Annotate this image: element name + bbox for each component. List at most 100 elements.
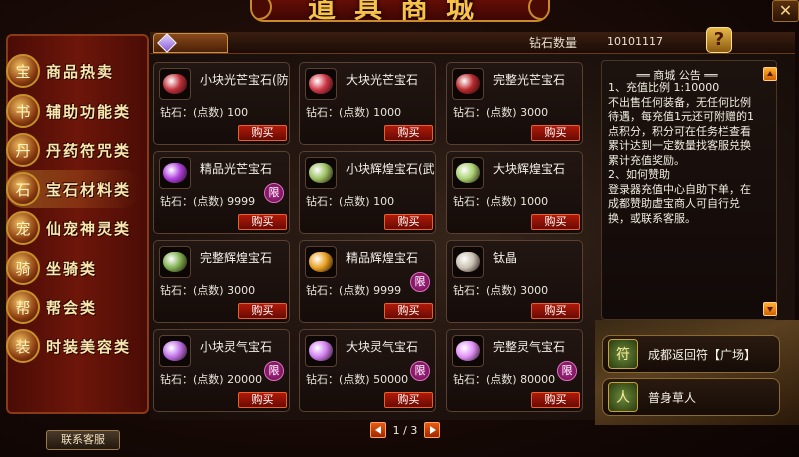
buy-button[interactable]: 购买 (384, 392, 433, 408)
gem-icon (159, 335, 191, 367)
product-card[interactable]: 完整辉煌宝石 钻石：(点数) 3000 购买 (153, 240, 290, 323)
product-price: 钻石：(点数) 1000 (453, 195, 549, 208)
buy-button[interactable]: 购买 (384, 125, 433, 141)
limited-badge: 限 (410, 272, 430, 292)
buy-button[interactable]: 购买 (238, 125, 287, 141)
product-name: 精品辉煌宝石 (346, 251, 419, 265)
scroll-down-button[interactable] (763, 302, 777, 316)
product-price: 钻石：(点数) 20000 (160, 373, 263, 386)
announcement-line: 2、如何赞助 (608, 168, 670, 181)
quick-action-label: 成都返回符【广场】 (648, 347, 757, 362)
product-name: 钛晶 (493, 251, 518, 265)
product-name: 小块灵气宝石 (200, 340, 273, 354)
gem-icon (305, 157, 337, 189)
diamond-count-value: 10101117 (607, 35, 663, 48)
product-name: 完整辉煌宝石 (200, 251, 273, 265)
product-card[interactable]: 完整光芒宝石 钻石：(点数) 3000 购买 (446, 62, 583, 145)
product-name: 完整灵气宝石 (493, 340, 566, 354)
gem-icon (159, 157, 191, 189)
sidebar-item-5[interactable]: 骑坐骑类 (6, 249, 140, 287)
sidebar-item-label: 商品热卖 (46, 62, 115, 81)
book-icon: 书 (6, 94, 40, 128)
scroll-help-icon[interactable]: ? (706, 27, 732, 53)
gem-icon (452, 157, 484, 189)
mount-icon: 骑 (6, 251, 40, 285)
product-price: 钻石：(点数) 9999 (306, 284, 402, 297)
gem-icon (305, 68, 337, 100)
product-price: 钻石：(点数) 3000 (453, 284, 549, 297)
product-name: 完整光芒宝石 (493, 73, 566, 87)
buy-button[interactable]: 购买 (238, 392, 287, 408)
product-price: 钻石：(点数) 80000 (453, 373, 556, 386)
product-card[interactable]: 精品辉煌宝石钻石：(点数) 9999 限购买 (299, 240, 436, 323)
sidebar-item-0[interactable]: 宝商品热卖 (6, 52, 140, 90)
buy-button[interactable]: 购买 (238, 303, 287, 319)
return-scroll-icon: 符 (608, 339, 638, 369)
buy-button[interactable]: 购买 (531, 392, 580, 408)
sidebar-item-2[interactable]: 丹丹药符咒类 (6, 131, 140, 169)
gem-shape (456, 163, 480, 183)
gem-icon (159, 68, 191, 100)
sidebar-item-3[interactable]: 石宝石材料类 (6, 170, 140, 208)
product-card[interactable]: 大块光芒宝石 钻石：(点数) 1000 购买 (299, 62, 436, 145)
sidebar-item-4[interactable]: 宠仙宠神灵类 (6, 209, 140, 247)
quick-action-1[interactable]: 人普身草人 (602, 378, 780, 416)
tab-bar (150, 32, 795, 54)
contact-support-button[interactable]: 联系客服 (46, 430, 120, 450)
announcement-line: 1、充值比例 1:10000 (608, 81, 720, 94)
product-card[interactable]: 大块辉煌宝石 钻石：(点数) 1000 购买 (446, 151, 583, 234)
tab-gems[interactable] (153, 33, 228, 53)
buy-button[interactable]: 购买 (531, 214, 580, 230)
limited-badge: 限 (410, 361, 430, 381)
pill-icon: 丹 (6, 133, 40, 167)
page-indicator: 1 / 3 (392, 423, 418, 437)
gem-shape (456, 252, 480, 272)
product-card[interactable]: 精品光芒宝石钻石：(点数) 9999 限购买 (153, 151, 290, 234)
buy-button[interactable]: 购买 (238, 214, 287, 230)
quick-action-0[interactable]: 符成都返回符【广场】 (602, 335, 780, 373)
product-card[interactable]: 完整灵气宝石 钻石：(点数) 80000 限购买 (446, 329, 583, 412)
buy-button[interactable]: 购买 (384, 214, 433, 230)
sidebar-item-label: 帮会类 (46, 298, 98, 317)
product-price: 钻石：(点数) 100 (306, 195, 395, 208)
sidebar-item-1[interactable]: 书辅助功能类 (6, 92, 140, 130)
scroll-up-button[interactable] (763, 67, 777, 81)
sidebar-item-label: 时装美容类 (46, 337, 132, 356)
gem-shape (163, 163, 187, 183)
product-price: 钻石：(点数) 100 (160, 106, 249, 119)
gem-shape (309, 74, 333, 94)
product-card[interactable]: 小块灵气宝石钻石：(点数) 20000 限购买 (153, 329, 290, 412)
announcement-body: 1、充值比例 1:10000 不出售任何装备，无任何比例待遇，每充值1元还可附赠的… (608, 81, 758, 226)
product-name: 小块辉煌宝石(武 (346, 162, 434, 176)
gem-shape (163, 252, 187, 272)
prev-page-button[interactable] (370, 422, 386, 438)
purple-gem-icon (157, 33, 177, 53)
sidebar-item-7[interactable]: 装时装美容类 (6, 327, 140, 365)
buy-button[interactable]: 购买 (531, 125, 580, 141)
buy-button[interactable]: 购买 (531, 303, 580, 319)
gem-shape (456, 341, 480, 361)
gem-icon (452, 335, 484, 367)
guild-icon: 帮 (6, 290, 40, 324)
sidebar-item-label: 丹药符咒类 (46, 141, 132, 160)
product-card[interactable]: 小块光芒宝石(防 钻石：(点数) 100 购买 (153, 62, 290, 145)
product-card[interactable]: 钛晶钻石：(点数) 3000 购买 (446, 240, 583, 323)
sidebar-item-label: 仙宠神灵类 (46, 219, 132, 238)
gem-shape (163, 74, 187, 94)
product-card[interactable]: 大块灵气宝石 钻石：(点数) 50000 限购买 (299, 329, 436, 412)
product-price: 钻石：(点数) 9999 (160, 195, 256, 208)
product-card[interactable]: 小块辉煌宝石(武钻石：(点数) 100 购买 (299, 151, 436, 234)
close-button[interactable]: ✕ (772, 0, 799, 22)
product-price: 钻石：(点数) 50000 (306, 373, 409, 386)
limited-badge: 限 (264, 183, 284, 203)
gem-shape (309, 163, 333, 183)
next-page-button[interactable] (424, 422, 440, 438)
quick-action-label: 普身草人 (648, 390, 697, 405)
product-name: 精品光芒宝石 (200, 162, 273, 176)
sidebar-item-6[interactable]: 帮帮会类 (6, 288, 140, 326)
sidebar-item-label: 坐骑类 (46, 259, 98, 278)
limited-badge: 限 (264, 361, 284, 381)
sidebar-item-label: 辅助功能类 (46, 102, 132, 121)
buy-button[interactable]: 购买 (384, 303, 433, 319)
gem-icon (305, 246, 337, 278)
